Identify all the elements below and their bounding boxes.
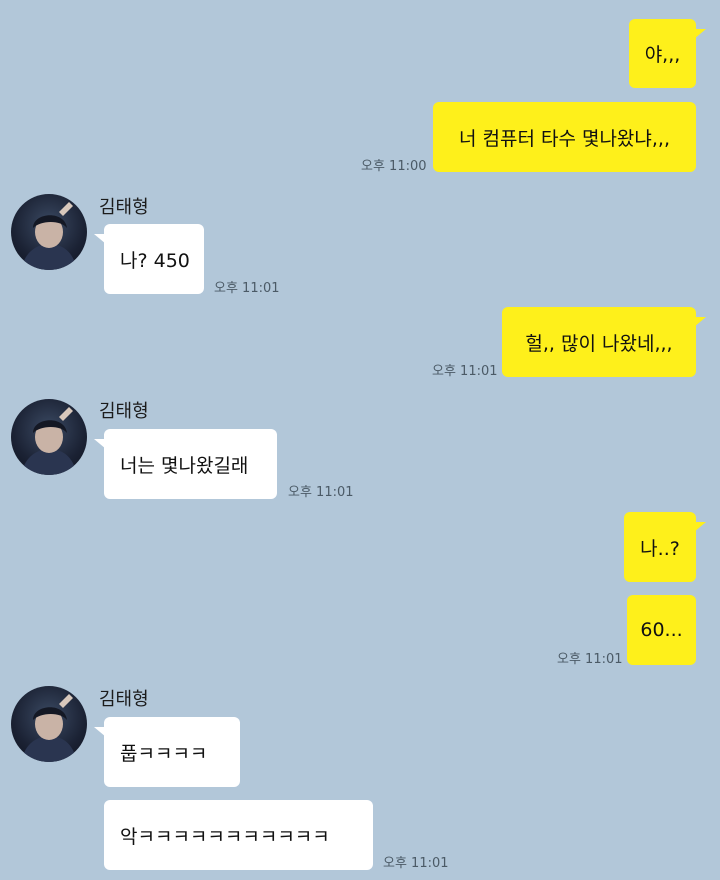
partner-name: 김태형 (99, 689, 149, 710)
message-timestamp: 오후 11:01 (383, 856, 449, 871)
my-message-bubble[interactable]: 야,,, (629, 19, 706, 88)
partner-avatar[interactable] (11, 686, 87, 762)
chat-room: 야,,, 너 컴퓨터 타수 몇나왔냐,,, 오후 11:00 김태형 나? 45… (0, 0, 720, 880)
partner-avatar[interactable] (11, 399, 87, 475)
partner-name: 김태형 (99, 197, 149, 218)
my-message-bubble[interactable]: 헐,, 많이 나왔네,,, (502, 307, 706, 377)
message-timestamp: 오후 11:01 (432, 364, 498, 379)
message-timestamp: 오후 11:01 (557, 652, 623, 667)
message-timestamp: 오후 11:01 (288, 485, 354, 500)
partner-message-bubble[interactable]: 악ㅋㅋㅋㅋㅋㅋㅋㅋㅋㅋㅋ (104, 800, 373, 870)
partner-message-bubble[interactable]: 나? 450 (94, 224, 204, 294)
partner-message-bubble[interactable]: 풉ㅋㅋㅋㅋ (94, 717, 240, 787)
my-message-bubble[interactable]: 나..? (624, 512, 706, 582)
my-message-bubble[interactable]: 너 컴퓨터 타수 몇나왔냐,,, (433, 102, 696, 172)
partner-name: 김태형 (99, 401, 149, 422)
message-timestamp: 오후 11:01 (214, 281, 280, 296)
my-message-bubble[interactable]: 60... (627, 595, 696, 665)
message-timestamp: 오후 11:00 (361, 159, 427, 174)
partner-avatar[interactable] (11, 194, 87, 270)
partner-message-bubble[interactable]: 너는 몇나왔길래 (94, 429, 277, 499)
